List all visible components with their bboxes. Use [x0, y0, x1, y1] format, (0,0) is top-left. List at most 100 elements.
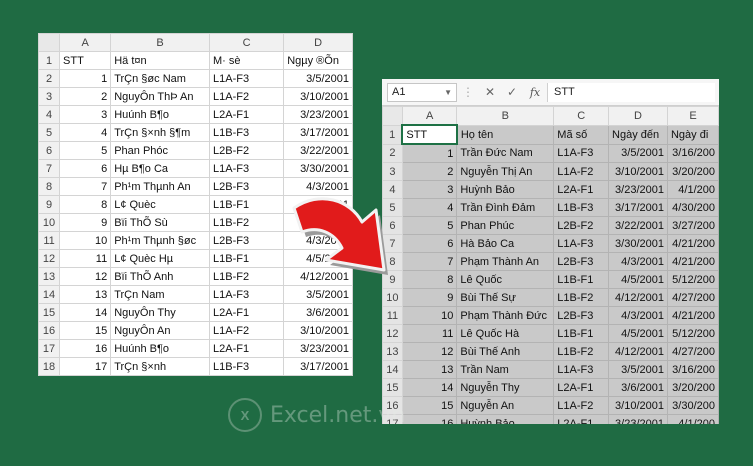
row-header[interactable]: 12 [38, 249, 61, 268]
cell-a[interactable]: 12 [401, 342, 458, 361]
cell-c[interactable]: L1A-F3 [553, 143, 610, 163]
cell-d[interactable]: 3/10/2001 [283, 87, 353, 106]
column-header-e[interactable]: E [666, 106, 719, 126]
cell-c[interactable]: L1A-F3 [553, 234, 610, 253]
row-header[interactable]: 13 [38, 267, 61, 286]
cell-b[interactable]: Nguyễn An [456, 396, 555, 415]
cell-c[interactable]: L2A-F1 [208, 105, 285, 124]
row-header[interactable]: 2 [382, 143, 403, 163]
cell-c[interactable]: L2B-F3 [553, 306, 610, 325]
cell-a[interactable]: 15 [59, 321, 112, 340]
row-header[interactable]: 5 [38, 123, 61, 142]
cell-a[interactable]: 11 [59, 249, 112, 268]
cell-d[interactable]: 3/6/2001 [608, 378, 668, 397]
cell-b[interactable]: Nguyễn Thy [456, 378, 555, 397]
cell-b[interactable]: Hµ B¶o Ca [110, 159, 210, 178]
cell-a[interactable]: 13 [59, 285, 112, 304]
cell-d[interactable]: 3/5/2001 [283, 69, 353, 88]
cell-b[interactable]: Huúnh B¶o [110, 339, 210, 358]
cell-b[interactable]: NguyÔn Thy [110, 303, 210, 322]
chevron-down-icon[interactable]: ▼ [444, 88, 452, 97]
column-header-c[interactable]: C [208, 33, 285, 52]
cell-d[interactable]: 4/5/2001 [608, 324, 668, 343]
cell-d[interactable]: 3/22/2001 [283, 375, 353, 376]
cell-a[interactable]: 10 [59, 231, 112, 250]
cell-b[interactable]: TrÇn Nam [110, 285, 210, 304]
cell-c[interactable]: L2A-F1 [553, 414, 610, 424]
cell-a[interactable]: 4 [59, 123, 112, 142]
cell-b[interactable]: Nguyễn Thị An [456, 162, 555, 181]
cell-a[interactable]: 8 [59, 195, 112, 214]
cell-d[interactable]: 4/12/2001 [608, 342, 668, 361]
cell-a[interactable]: 18 [59, 375, 112, 376]
row-header[interactable]: 11 [38, 231, 61, 250]
cell-a[interactable]: 10 [401, 306, 458, 325]
cell-b[interactable]: L¢ Quèc [110, 195, 210, 214]
cell-a[interactable]: 12 [59, 267, 112, 286]
cell-b[interactable]: Phạm Thành Đức [456, 306, 555, 325]
row-header[interactable]: 1 [38, 51, 61, 70]
cell-c[interactable]: L1A-F3 [208, 159, 285, 178]
cell-a[interactable]: STT [401, 124, 458, 145]
cell-e[interactable]: Ngày đi [666, 124, 719, 145]
cell-a[interactable]: 3 [59, 105, 112, 124]
cell-b[interactable]: NguyÔn An [110, 321, 210, 340]
cell-c[interactable]: L1B-F3 [208, 357, 285, 376]
cell-e[interactable]: 3/16/200 [666, 143, 719, 163]
insert-function-icon[interactable]: fx [523, 86, 547, 99]
cell-c[interactable]: L1B-F1 [553, 270, 610, 289]
cell-b[interactable]: L¢ Quèc Hµ [110, 249, 210, 268]
cell-a[interactable]: 14 [401, 378, 458, 397]
cell-d[interactable]: 4/3/2001 [608, 306, 668, 325]
cell-b[interactable]: TrÇn §øc Nam [110, 69, 210, 88]
cell-c[interactable]: M· sè [208, 51, 285, 70]
cell-c[interactable]: L1A-F3 [208, 69, 285, 88]
row-header[interactable]: 17 [38, 339, 61, 358]
cell-c[interactable]: L1A-F3 [553, 360, 610, 379]
cell-d[interactable]: 3/23/2001 [608, 414, 668, 424]
cell-b[interactable]: Hà Bảo Ca [456, 234, 555, 253]
cell-a[interactable]: 11 [401, 324, 458, 343]
cell-b[interactable]: TrÇn §×nh §¶m [110, 123, 210, 142]
cell-d[interactable]: 4/5/2001 [608, 270, 668, 289]
cell-d[interactable]: 4/3/2001 [608, 252, 668, 271]
cell-c[interactable]: L1B-F1 [208, 249, 285, 268]
cell-b[interactable]: Bïi ThÕ Sù [110, 213, 210, 232]
cell-c[interactable]: L2B-F2 [208, 141, 285, 160]
cell-b[interactable]: Phạm Thành An [456, 252, 555, 271]
cell-a[interactable]: 17 [59, 357, 112, 376]
cell-d[interactable]: 3/22/2001 [283, 141, 353, 160]
cell-b[interactable]: Lê Quốc [456, 270, 555, 289]
cell-d[interactable]: 4/12/2001 [608, 288, 668, 307]
cell-d[interactable]: 3/5/2001 [608, 143, 668, 163]
cell-d[interactable]: 3/17/2001 [608, 198, 668, 217]
cell-d[interactable]: Ngày đến [608, 124, 668, 145]
cell-b[interactable]: Phan Phóc §øc [110, 375, 210, 376]
cell-c[interactable]: L1A-F2 [208, 87, 285, 106]
cell-c[interactable]: L2A-F1 [208, 303, 285, 322]
cell-d[interactable]: 3/17/2001 [283, 357, 353, 376]
cell-b[interactable]: Trần Đức Nam [456, 143, 555, 163]
cell-a[interactable]: 16 [401, 414, 458, 424]
cell-e[interactable]: 3/20/200 [666, 162, 719, 181]
cell-b[interactable]: TrÇn §×nh [110, 357, 210, 376]
cell-a[interactable]: 9 [59, 213, 112, 232]
cell-b[interactable]: Họ tên [456, 124, 555, 145]
cancel-icon[interactable]: ✕ [479, 85, 501, 99]
row-header[interactable]: 13 [382, 342, 403, 361]
cell-e[interactable]: 3/20/200 [666, 378, 719, 397]
cell-d[interactable]: 3/23/2001 [283, 339, 353, 358]
cell-c[interactable]: L1A-F2 [208, 321, 285, 340]
cell-b[interactable]: Trần Đình Đảm [456, 198, 555, 217]
column-header-a[interactable]: A [401, 106, 458, 126]
cell-c[interactable]: L2B-F3 [553, 252, 610, 271]
row-header[interactable]: 12 [382, 324, 403, 343]
column-header-b[interactable]: B [110, 33, 210, 52]
cell-e[interactable]: 4/21/200 [666, 306, 719, 325]
row-header[interactable]: 4 [38, 105, 61, 124]
cell-b[interactable]: Huúnh B¶o [110, 105, 210, 124]
cell-c[interactable]: L1B-F2 [553, 342, 610, 361]
cell-b[interactable]: Huỳnh Bảo [456, 414, 555, 424]
row-header[interactable]: 18 [38, 357, 61, 376]
cell-e[interactable]: 4/1/200 [666, 414, 719, 424]
